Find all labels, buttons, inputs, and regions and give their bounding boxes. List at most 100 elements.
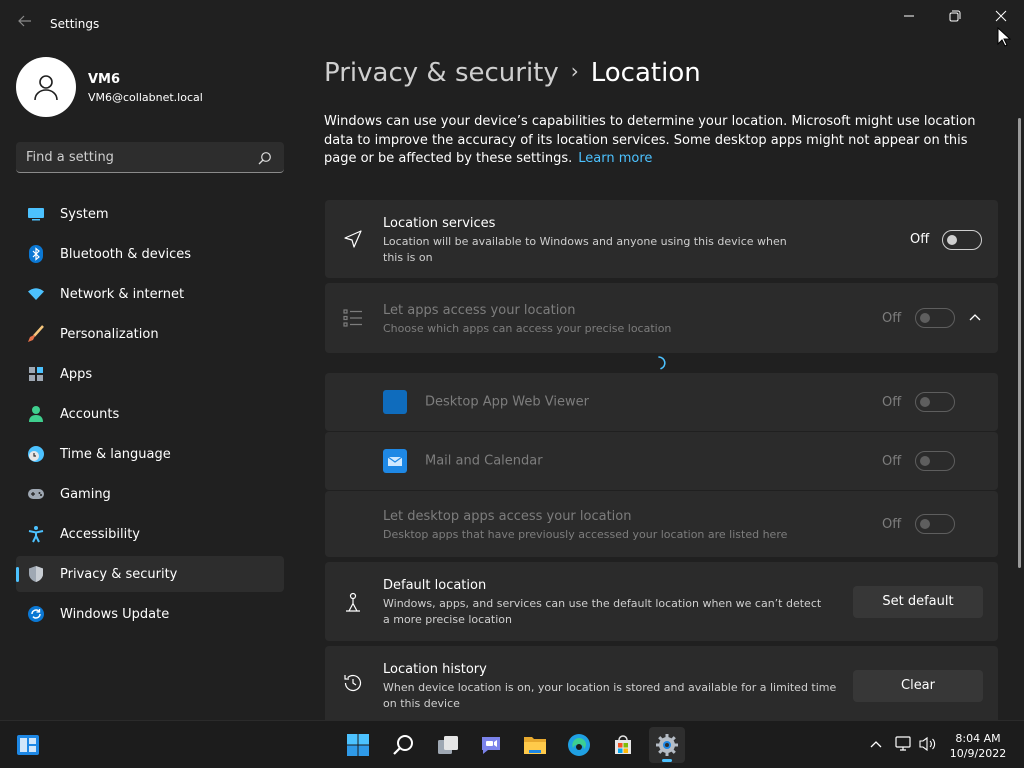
mouse-cursor-icon [997, 26, 1012, 51]
close-button[interactable] [986, 6, 1016, 28]
location-arrow-icon [341, 227, 365, 251]
sidebar-item-label: Bluetooth & devices [60, 246, 191, 262]
app-state: Off [882, 454, 902, 469]
task-view-icon[interactable] [430, 727, 466, 763]
desktop-apps-state: Off [882, 517, 902, 532]
sidebar-item-gaming[interactable]: Gaming [16, 476, 284, 512]
brush-icon [26, 324, 46, 344]
user-email: VM6@collabnet.local [88, 91, 203, 104]
back-arrow-icon[interactable] [14, 12, 36, 34]
search-taskbar-icon[interactable] [385, 727, 421, 763]
desktop-apps-toggle[interactable] [915, 514, 955, 534]
user-icon [34, 75, 58, 101]
microsoft-store-icon[interactable] [605, 727, 641, 763]
avatar[interactable] [16, 57, 76, 117]
restore-button[interactable] [940, 6, 970, 28]
chevron-up-icon[interactable] [968, 310, 982, 329]
user-name: VM6 [88, 72, 121, 87]
desktop-apps-subtitle: Desktop apps that have previously access… [383, 528, 788, 541]
clock-date: 10/9/2022 [949, 747, 1007, 760]
loading-spinner-icon [651, 355, 667, 375]
sidebar-item-label: Gaming [60, 486, 111, 502]
desktop-app-web-viewer-icon [383, 390, 407, 414]
sidebar-item-label: Network & internet [60, 286, 185, 302]
shield-icon [26, 564, 46, 584]
default-location-subtitle: Windows, apps, and services can use the … [383, 597, 822, 626]
sidebar-item-label: Accessibility [60, 526, 140, 542]
history-icon [341, 671, 365, 695]
search-box[interactable] [16, 142, 284, 173]
title-bar: Settings [0, 0, 1024, 48]
location-services-subtitle: Location will be available to Windows an… [383, 235, 787, 264]
default-location-card: Default location Windows, apps, and serv… [325, 562, 998, 641]
sidebar-item-label: Time & language [60, 446, 171, 462]
window-title: Settings [50, 17, 100, 31]
list-icon [341, 306, 365, 330]
desktop-apps-title: Let desktop apps access your location [383, 509, 632, 524]
app-name: Mail and Calendar [425, 453, 543, 469]
minimize-button[interactable] [894, 6, 924, 28]
accessibility-icon [26, 524, 46, 544]
edge-browser-icon[interactable] [561, 727, 597, 763]
apps-icon [26, 364, 46, 384]
sidebar-item-privacy-security[interactable]: Privacy & security [16, 556, 284, 592]
app-row-desktop-app-web-viewer: Desktop App Web Viewer Off [325, 373, 998, 431]
system-icon [26, 204, 46, 224]
mail-calendar-toggle[interactable] [915, 451, 955, 471]
taskbar: 8:04 AM 10/9/2022 [0, 720, 1024, 768]
breadcrumb: Privacy & security › Location [324, 58, 701, 88]
desktop-apps-card: Let desktop apps access your location De… [325, 491, 998, 557]
learn-more-link[interactable]: Learn more [578, 151, 652, 166]
location-services-title: Location services [383, 216, 496, 231]
sidebar-item-time-language[interactable]: Time & language [16, 436, 284, 472]
bluetooth-icon [26, 244, 46, 264]
sidebar-item-windows-update[interactable]: Windows Update [16, 596, 284, 632]
location-services-toggle[interactable] [942, 230, 982, 250]
sidebar-item-accessibility[interactable]: Accessibility [16, 516, 284, 552]
sidebar-item-accounts[interactable]: Accounts [16, 396, 284, 432]
page-description: Windows can use your device’s capabiliti… [324, 113, 996, 169]
sidebar-item-label: System [60, 206, 109, 222]
start-windows-icon[interactable] [340, 727, 376, 763]
teams-chat-icon[interactable] [473, 727, 509, 763]
sidebar-item-system[interactable]: System [16, 196, 284, 232]
sidebar-item-label: Accounts [60, 406, 120, 422]
app-state: Off [882, 395, 902, 410]
content-scrollbar[interactable] [1018, 118, 1021, 568]
page-title: Location [590, 58, 701, 88]
location-services-card: Location services Location will be avail… [325, 200, 998, 278]
sidebar-item-bluetooth[interactable]: Bluetooth & devices [16, 236, 284, 272]
app-name: Desktop App Web Viewer [425, 394, 589, 410]
let-apps-card[interactable]: Let apps access your location Choose whi… [325, 283, 998, 353]
search-input[interactable] [26, 147, 246, 167]
set-default-button[interactable]: Set default [853, 586, 983, 618]
breadcrumb-parent[interactable]: Privacy & security [324, 58, 559, 88]
sidebar-nav: System Bluetooth & devices Network & int… [16, 196, 284, 636]
sidebar-item-network[interactable]: Network & internet [16, 276, 284, 312]
clock-globe-icon [26, 444, 46, 464]
network-icon[interactable] [894, 734, 914, 754]
let-apps-subtitle: Choose which apps can access your precis… [383, 322, 672, 335]
let-apps-toggle[interactable] [915, 308, 955, 328]
sidebar-item-label: Personalization [60, 326, 159, 342]
search-icon[interactable] [258, 150, 272, 169]
sidebar-item-label: Windows Update [60, 606, 170, 622]
update-icon [26, 604, 46, 624]
volume-icon[interactable] [918, 734, 938, 754]
settings-gear-icon[interactable] [649, 727, 685, 763]
clear-history-button[interactable]: Clear [853, 670, 983, 702]
sidebar-item-label: Privacy & security [60, 566, 178, 582]
wifi-icon [26, 284, 46, 304]
person-pin-icon [341, 590, 365, 614]
sidebar-item-apps[interactable]: Apps [16, 356, 284, 392]
sidebar-item-personalization[interactable]: Personalization [16, 316, 284, 352]
location-services-state: Off [910, 232, 930, 247]
widgets-icon[interactable] [10, 727, 46, 763]
desktop-app-web-viewer-toggle[interactable] [915, 392, 955, 412]
file-explorer-icon[interactable] [517, 727, 553, 763]
sidebar-item-label: Apps [60, 366, 93, 382]
app-row-mail-calendar: Mail and Calendar Off [325, 432, 998, 490]
chevron-up-tray-icon[interactable] [866, 734, 886, 754]
let-apps-title: Let apps access your location [383, 303, 576, 318]
clock[interactable]: 8:04 AM 10/9/2022 [944, 731, 1012, 761]
